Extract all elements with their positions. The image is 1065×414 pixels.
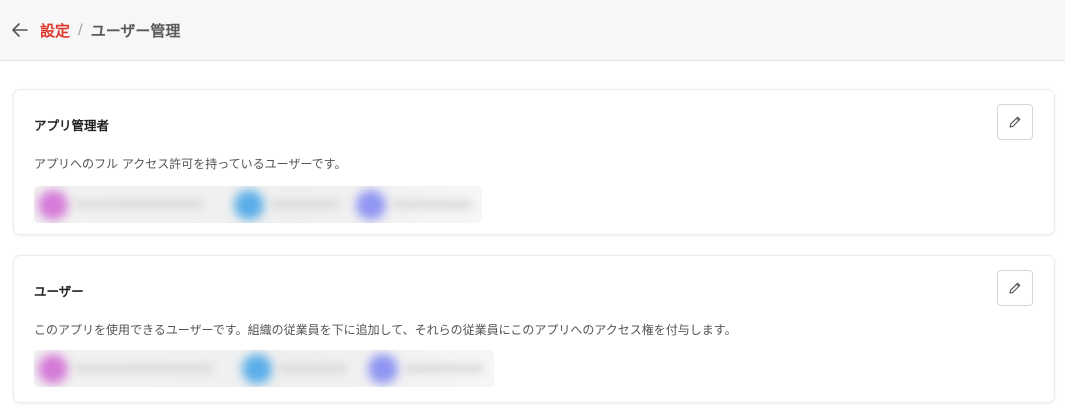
card-title: アプリ管理者 <box>34 118 110 133</box>
avatar <box>38 190 68 220</box>
member-list <box>34 186 482 223</box>
breadcrumb-settings-link[interactable]: 設定 <box>40 20 70 41</box>
back-button[interactable] <box>11 21 29 39</box>
member-item[interactable] <box>238 350 378 387</box>
top-bar: 設定 / ユーザー管理 <box>0 0 1065 61</box>
member-name-redacted <box>270 200 340 209</box>
member-item[interactable] <box>34 186 204 223</box>
edit-users-button[interactable] <box>997 270 1033 306</box>
member-item[interactable] <box>230 186 370 223</box>
card-description: このアプリを使用できるユーザーです。組織の従業員を下に追加して、それらの従業員に… <box>34 323 737 337</box>
member-name-redacted <box>404 364 484 373</box>
member-list <box>34 350 494 387</box>
avatar <box>242 354 272 384</box>
page-title: ユーザー管理 <box>90 21 181 40</box>
users-card: ユーザー このアプリを使用できるユーザーです。組織の従業員を下に追加して、それら… <box>14 256 1054 402</box>
member-item[interactable] <box>364 350 494 387</box>
member-name-redacted <box>74 200 204 209</box>
member-item[interactable] <box>352 186 482 223</box>
avatar <box>234 190 264 220</box>
card-description: アプリへのフル アクセス許可を持っているユーザーです。 <box>34 157 347 171</box>
member-item[interactable] <box>34 350 214 387</box>
edit-admins-button[interactable] <box>997 104 1033 140</box>
member-name-redacted <box>74 364 214 373</box>
avatar <box>368 354 398 384</box>
card-title: ユーザー <box>34 284 84 299</box>
avatar <box>38 354 68 384</box>
pencil-icon <box>1009 116 1021 128</box>
member-name-redacted <box>278 364 348 373</box>
avatar <box>356 190 386 220</box>
member-name-redacted <box>392 200 472 209</box>
app-admins-card: アプリ管理者 アプリへのフル アクセス許可を持っているユーザーです。 <box>14 90 1054 234</box>
arrow-left-icon <box>12 23 28 37</box>
breadcrumb-separator: / <box>78 22 83 38</box>
pencil-icon <box>1009 282 1021 294</box>
